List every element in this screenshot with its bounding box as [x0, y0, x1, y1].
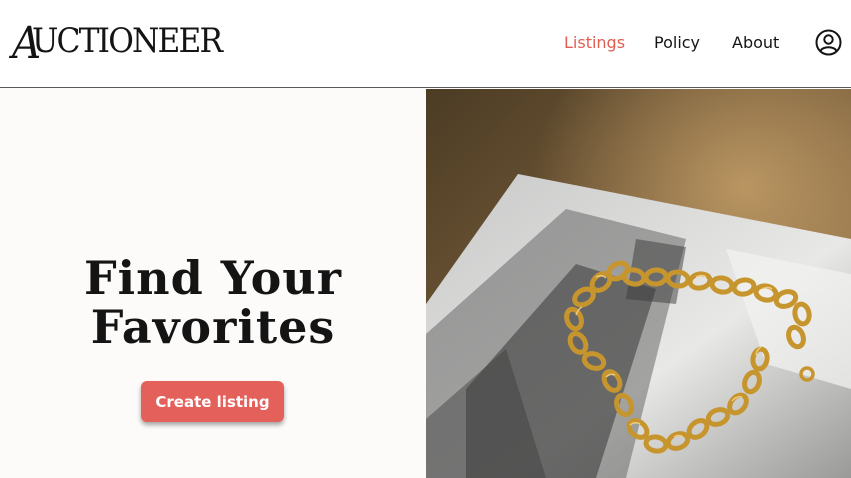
brand-logo[interactable]: AUCTIONEER	[12, 22, 223, 66]
hero-image	[426, 89, 851, 478]
site-header: AUCTIONEER Listings Policy About	[0, 0, 851, 88]
user-circle-icon[interactable]	[815, 29, 842, 56]
nav-listings-link[interactable]: Listings	[564, 33, 625, 52]
nav-about-link[interactable]: About	[732, 33, 779, 52]
hero-title-line-1: Find Your	[84, 251, 342, 305]
nav-policy-link[interactable]: Policy	[654, 33, 700, 52]
hero-title-line-2: Favorites	[90, 300, 336, 354]
bracelet-photo	[426, 89, 851, 478]
create-listing-button[interactable]: Create listing	[141, 381, 284, 422]
hero-title: Find Your Favorites	[0, 254, 426, 352]
